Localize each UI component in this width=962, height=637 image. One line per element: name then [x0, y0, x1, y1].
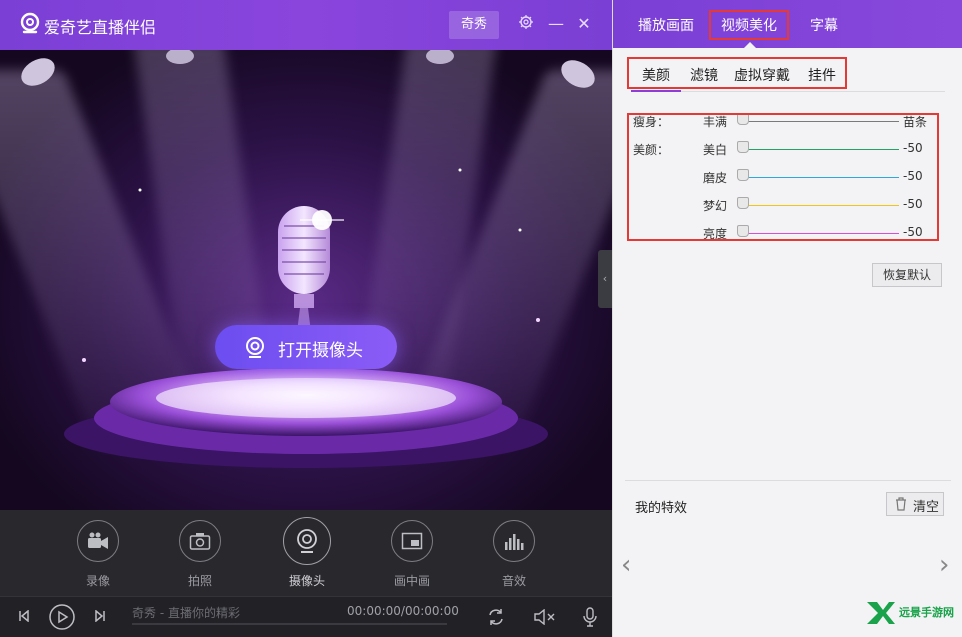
- subtab-beauty[interactable]: 美颜: [642, 65, 670, 85]
- play-bar: 奇秀 - 直播你的精彩 00:00:00/00:00:00: [0, 596, 612, 637]
- previous-icon[interactable]: [18, 610, 30, 622]
- dreamy-value: -50: [903, 197, 923, 211]
- microphone-icon[interactable]: [583, 607, 597, 627]
- smooth-slider-track[interactable]: [743, 177, 899, 178]
- dreamy-slider-track[interactable]: [743, 205, 899, 206]
- dreamy-label: 梦幻: [703, 199, 728, 213]
- record-button[interactable]: 录像: [68, 520, 128, 589]
- close-button[interactable]: ✕: [574, 14, 594, 34]
- reset-default-button[interactable]: 恢复默认: [872, 263, 942, 287]
- effects-divider: [625, 480, 951, 481]
- pip-label: 画中画: [393, 574, 430, 588]
- smooth-value: -50: [903, 169, 923, 183]
- slim-slider-track[interactable]: [743, 121, 899, 122]
- sub-tabs: 美颜 滤镜 虚拟穿戴 挂件: [627, 57, 847, 89]
- tab-subtitles[interactable]: 字幕: [810, 15, 838, 35]
- webcam-icon: [246, 337, 264, 358]
- camera-label: 摄像头: [288, 574, 325, 588]
- my-effects-title: 我的特效: [635, 501, 688, 516]
- sound-effect-label: 音效: [501, 574, 526, 588]
- tool-bar: 录像 拍照 摄像头 画中画 音效: [0, 510, 612, 596]
- whiten-slider-track[interactable]: [743, 149, 899, 150]
- clear-label: 清空: [913, 500, 940, 515]
- whiten-label: 美白: [703, 143, 728, 157]
- smooth-label: 磨皮: [703, 171, 728, 185]
- active-tab-caret: [743, 42, 757, 49]
- settings-panel: 播放画面 视频美化 字幕 美颜 滤镜 虚拟穿戴 挂件 瘦身： 丰满 苗条 美颜：…: [612, 0, 962, 637]
- stage-preview: 打开摄像头: [0, 50, 612, 510]
- gear-icon[interactable]: [516, 14, 536, 34]
- title-bar: 爱奇艺直播伴侣 奇秀 — ✕: [0, 0, 612, 50]
- next-icon[interactable]: [94, 610, 106, 622]
- record-label: 录像: [85, 574, 110, 588]
- brightness-label: 亮度: [703, 227, 728, 241]
- mute-icon[interactable]: [534, 609, 556, 625]
- iqiyi-logo-icon: [20, 12, 40, 34]
- subtab-active-underline: [631, 90, 681, 92]
- slim-slider-thumb[interactable]: [737, 115, 749, 125]
- slider-row-whiten: 美颜： 美白 -50: [629, 140, 937, 160]
- stream-status: 奇秀 - 直播你的精彩: [132, 606, 240, 620]
- qixiu-button[interactable]: 奇秀: [449, 11, 499, 39]
- picture-in-picture-icon: [401, 532, 423, 550]
- play-icon[interactable]: [49, 604, 75, 630]
- webcam-icon: [297, 529, 317, 553]
- equalizer-icon: [505, 534, 524, 550]
- brightness-slider-track[interactable]: [743, 233, 899, 234]
- beauty-sliders: 瘦身： 丰满 苗条 美颜： 美白 -50 磨皮 -50 梦幻 -50 亮度 -5…: [627, 113, 939, 241]
- whiten-slider-thumb[interactable]: [737, 141, 749, 153]
- main-tabs: 播放画面 视频美化 字幕: [613, 0, 962, 49]
- loop-icon[interactable]: [487, 608, 505, 626]
- open-camera-button[interactable]: 打开摄像头: [215, 325, 397, 369]
- slim-right-label: 苗条: [903, 115, 928, 129]
- microphone-icon: [278, 206, 344, 340]
- whiten-value: -50: [903, 141, 923, 155]
- chevron-right-icon[interactable]: ›: [939, 550, 949, 580]
- chevron-left-icon[interactable]: ‹: [621, 550, 631, 580]
- slider-row-smooth: 磨皮 -50: [629, 168, 937, 188]
- tab-playback-view[interactable]: 播放画面: [638, 15, 694, 35]
- subtab-filter[interactable]: 滤镜: [690, 65, 718, 85]
- sound-effect-button[interactable]: 音效: [484, 520, 544, 589]
- live-panel: 爱奇艺直播伴侣 奇秀 — ✕ 打开摄像头 ‹ 录像 拍照 摄像头 画中画 音效 …: [0, 0, 612, 637]
- slim-left-label: 丰满: [703, 115, 728, 129]
- trash-icon: [896, 497, 906, 511]
- camera-button[interactable]: 摄像头: [277, 517, 337, 589]
- collapse-panel-button[interactable]: ‹: [598, 250, 612, 308]
- open-camera-label: 打开摄像头: [278, 341, 363, 361]
- dreamy-slider-thumb[interactable]: [737, 197, 749, 209]
- slider-row-dreamy: 梦幻 -50: [629, 196, 937, 216]
- clear-effects-button[interactable]: 清空: [886, 492, 944, 516]
- watermark-text: 远景手游网: [899, 605, 954, 619]
- tab-video-beautify[interactable]: 视频美化: [709, 10, 789, 40]
- progress-bar[interactable]: [132, 623, 447, 625]
- video-camera-icon: [88, 532, 108, 549]
- minimize-button[interactable]: —: [546, 14, 566, 34]
- brightness-value: -50: [903, 225, 923, 239]
- app-title: 爱奇艺直播伴侣: [44, 18, 157, 37]
- photo-button[interactable]: 拍照: [170, 520, 230, 589]
- smooth-slider-thumb[interactable]: [737, 169, 749, 181]
- slider-row-brightness: 亮度 -50: [629, 224, 937, 241]
- slim-group-label: 瘦身：: [633, 115, 670, 129]
- slider-row-slim: 瘦身： 丰满 苗条: [629, 115, 937, 132]
- play-time: 00:00:00/00:00:00: [347, 604, 459, 618]
- subtab-pendant[interactable]: 挂件: [808, 65, 836, 85]
- beauty-group-label: 美颜：: [633, 143, 670, 157]
- watermark-logo: 远景手游网: [867, 602, 954, 624]
- pip-button[interactable]: 画中画: [382, 520, 442, 589]
- brightness-slider-thumb[interactable]: [737, 225, 749, 237]
- photo-label: 拍照: [187, 574, 212, 588]
- subtab-virtual-wear[interactable]: 虚拟穿戴: [734, 65, 790, 85]
- photo-camera-icon: [189, 533, 211, 550]
- stage-illustration: [21, 50, 595, 468]
